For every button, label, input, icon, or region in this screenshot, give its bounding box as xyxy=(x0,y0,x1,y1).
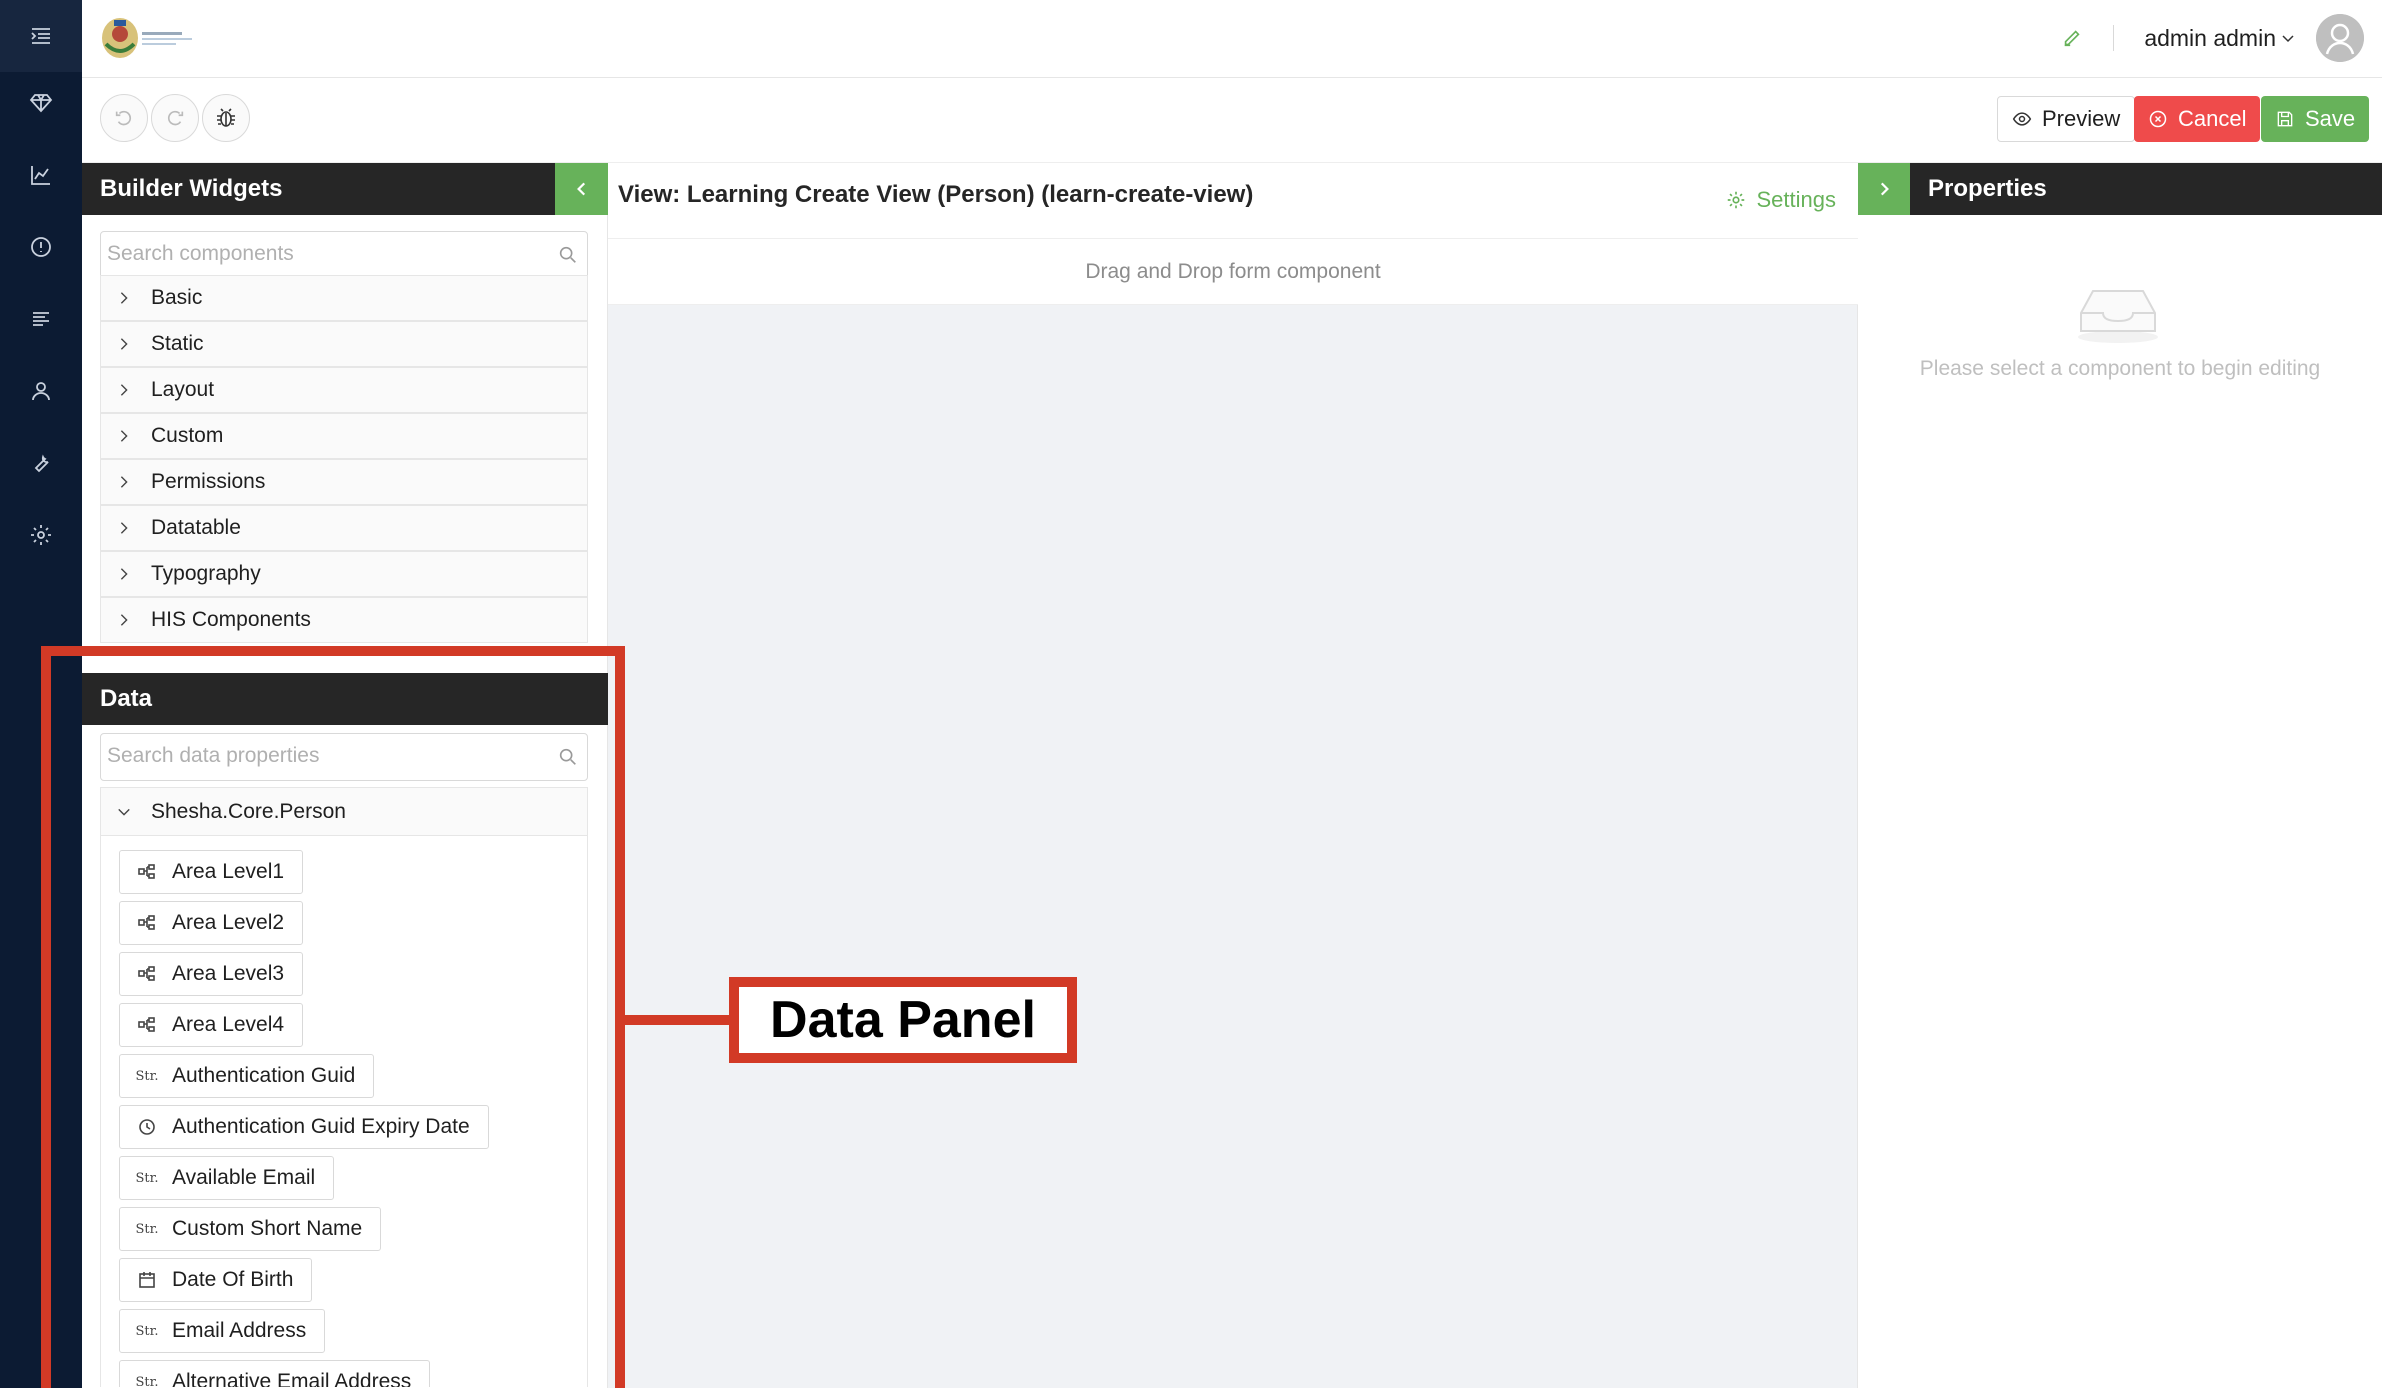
category-label: Permissions xyxy=(151,470,266,493)
chevron-right-icon xyxy=(120,338,128,350)
builder-toolbar: Preview Cancel Save xyxy=(82,78,2382,163)
category-label: Static xyxy=(151,332,204,355)
search-components xyxy=(100,231,588,279)
chevron-right-icon xyxy=(120,430,128,442)
save-button[interactable]: Save xyxy=(2261,96,2370,142)
category-datatable[interactable]: Datatable xyxy=(100,505,588,551)
annotation-connector xyxy=(625,1015,731,1025)
category-label: Layout xyxy=(151,378,215,401)
category-label: Typography xyxy=(151,562,261,585)
chevron-down-icon[interactable] xyxy=(2280,30,2296,46)
bug-icon xyxy=(217,108,235,127)
preview-button[interactable]: Preview xyxy=(1997,96,2136,142)
properties-panel: Properties Please select a component to … xyxy=(1858,163,2382,1388)
preview-label: Preview xyxy=(2042,106,2121,131)
category-label: Custom xyxy=(151,424,224,447)
view-title: View: Learning Create View (Person) (lea… xyxy=(618,181,1254,208)
search-icon[interactable] xyxy=(557,244,579,266)
top-header: admin admin xyxy=(82,0,2382,78)
chevron-right-icon xyxy=(120,476,128,488)
settings-label: Settings xyxy=(1756,187,1837,212)
category-static[interactable]: Static xyxy=(100,321,588,367)
chart-icon[interactable] xyxy=(0,150,82,200)
annotation-frame xyxy=(41,646,625,1388)
save-label: Save xyxy=(2305,106,2356,131)
category-typography[interactable]: Typography xyxy=(100,551,588,597)
save-icon xyxy=(2277,111,2293,127)
wrench-icon[interactable] xyxy=(0,438,82,488)
chevron-right-icon xyxy=(120,614,128,626)
form-canvas: View: Learning Create View (Person) (lea… xyxy=(608,163,1858,1388)
view-header: View: Learning Create View (Person) (lea… xyxy=(608,163,1858,239)
builder-widgets-title: Builder Widgets xyxy=(82,163,555,215)
menu-toggle-icon[interactable] xyxy=(0,0,82,72)
close-circle-icon xyxy=(2149,110,2167,128)
empty-inbox-icon xyxy=(2078,290,2158,343)
chevron-right-icon xyxy=(120,384,128,396)
drop-zone[interactable]: Drag and Drop form component xyxy=(608,239,1858,305)
debug-button[interactable] xyxy=(202,94,250,142)
category-label: HIS Components xyxy=(151,608,311,631)
search-components-input[interactable] xyxy=(101,232,541,276)
eye-icon xyxy=(2012,112,2032,126)
collapse-left-button[interactable] xyxy=(555,163,608,215)
alert-icon[interactable] xyxy=(0,222,82,272)
redo-button[interactable] xyxy=(151,94,199,142)
chevron-right-icon xyxy=(120,522,128,534)
user-menu[interactable]: admin admin xyxy=(2144,25,2276,52)
logo[interactable] xyxy=(98,14,198,62)
empty-state-text: Please select a component to begin editi… xyxy=(1919,357,2321,380)
divider xyxy=(2113,25,2115,51)
category-layout[interactable]: Layout xyxy=(100,367,588,413)
undo-button[interactable] xyxy=(100,94,148,142)
settings-button[interactable]: Settings xyxy=(1725,187,1837,213)
category-his-components[interactable]: HIS Components xyxy=(100,597,588,643)
chevron-left-icon xyxy=(576,182,585,196)
diamond-icon[interactable] xyxy=(0,78,82,128)
category-basic[interactable]: Basic xyxy=(100,275,588,321)
user-icon[interactable] xyxy=(0,366,82,416)
annotation-label: Data Panel xyxy=(729,977,1077,1063)
category-label: Basic xyxy=(151,286,203,309)
properties-title: Properties xyxy=(1910,163,2382,215)
cancel-button[interactable]: Cancel xyxy=(2134,96,2261,142)
category-label: Datatable xyxy=(151,516,241,539)
collapse-right-button[interactable] xyxy=(1858,163,1910,215)
chevron-right-icon xyxy=(120,292,128,304)
chevron-right-icon xyxy=(120,568,128,580)
category-custom[interactable]: Custom xyxy=(100,413,588,459)
category-permissions[interactable]: Permissions xyxy=(100,459,588,505)
list-icon[interactable] xyxy=(0,294,82,344)
gear-icon xyxy=(1727,191,1744,209)
settings-icon[interactable] xyxy=(0,510,82,560)
avatar[interactable] xyxy=(2316,14,2364,62)
cancel-label: Cancel xyxy=(2178,106,2247,131)
edit-icon[interactable] xyxy=(2061,27,2083,49)
chevron-right-icon xyxy=(1880,182,1889,196)
